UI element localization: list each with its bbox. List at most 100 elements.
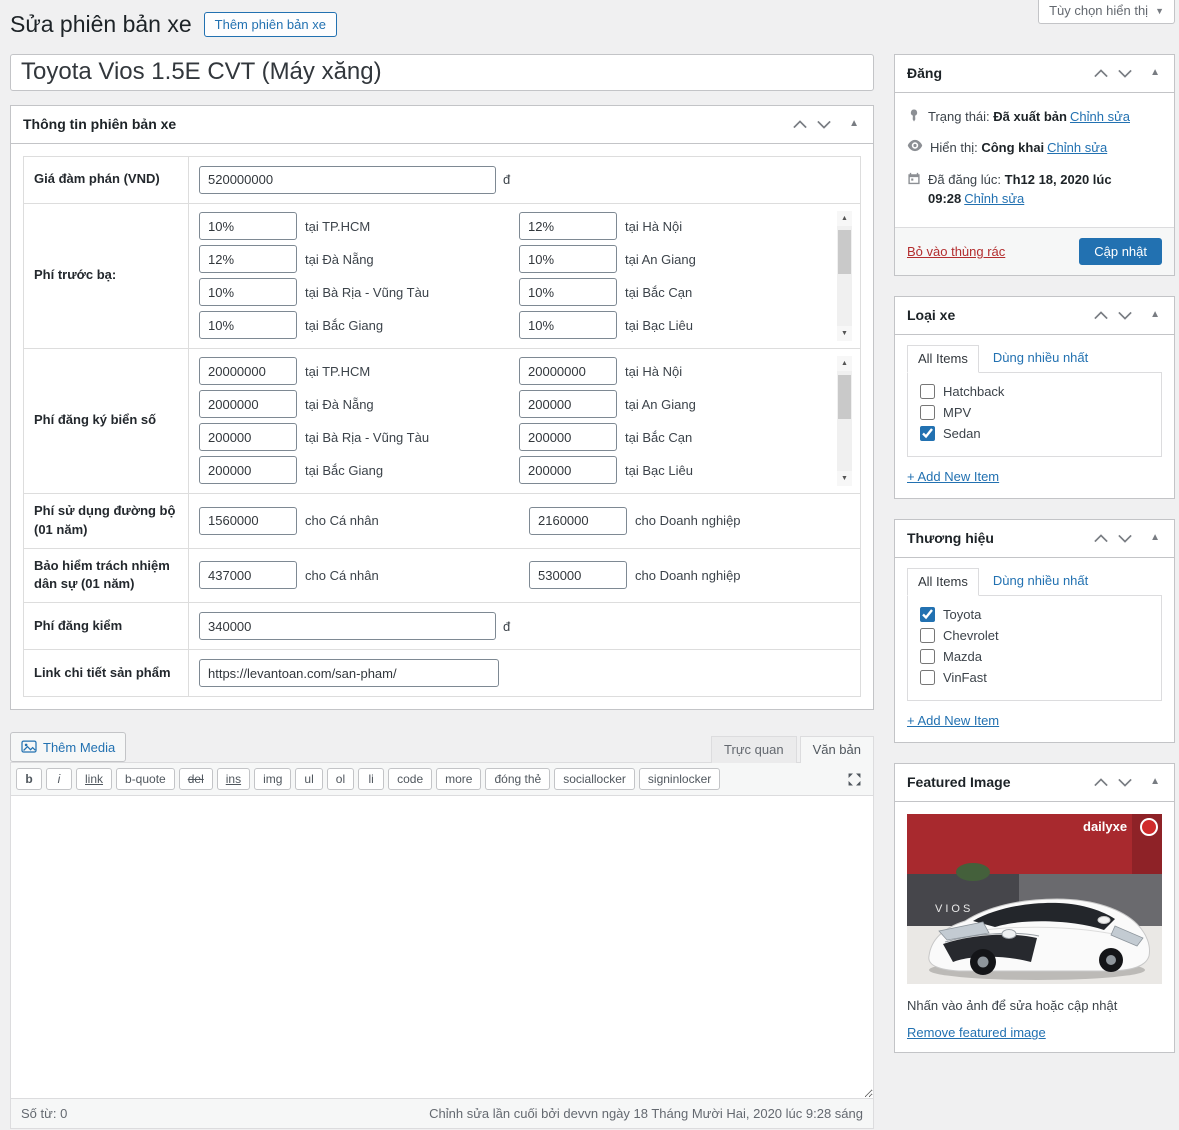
collapse-toggle-icon[interactable]: ▲ [1146,307,1164,323]
edit-date-link[interactable]: Chỉnh sửa [964,191,1024,206]
tab-all-items[interactable]: All Items [907,568,979,596]
remove-featured-link[interactable]: Remove featured image [907,1025,1046,1040]
category-item[interactable]: Mazda [918,646,1151,667]
fee-input[interactable] [519,278,617,306]
qt-close-tags-button[interactable]: đóng thẻ [485,768,550,790]
qt-ins-button[interactable]: ins [217,768,250,790]
insurance-personal-input[interactable] [199,561,297,589]
qt-del-button[interactable]: del [179,768,213,790]
category-item[interactable]: Sedan [918,423,1151,444]
insurance-business-input[interactable] [529,561,627,589]
fee-input[interactable] [519,245,617,273]
scroll-down-icon[interactable]: ▼ [837,471,852,486]
tab-visual[interactable]: Trực quan [711,736,797,763]
checkbox-sedan[interactable] [920,426,935,441]
info-metabox-header[interactable]: Thông tin phiên bản xe ▲ [11,106,873,144]
checkbox-chevrolet[interactable] [920,628,935,643]
move-up-icon[interactable] [1090,308,1112,323]
category-item[interactable]: MPV [918,402,1151,423]
add-new-item-link[interactable]: + Add New Item [907,713,999,728]
fee-input[interactable] [519,456,617,484]
fee-input[interactable] [199,423,297,451]
tab-text[interactable]: Văn bản [800,736,874,763]
price-input[interactable] [199,166,496,194]
fullscreen-icon[interactable] [840,769,869,790]
scrollbar[interactable]: ▲ ▼ [837,356,852,486]
fee-input[interactable] [199,357,297,385]
post-title-input[interactable] [10,54,874,91]
inspection-fee-input[interactable] [199,612,496,640]
qt-code-button[interactable]: code [388,768,432,790]
category-item[interactable]: Hatchback [918,381,1151,402]
qt-italic-button[interactable]: i [46,768,72,790]
featured-image-metabox-header[interactable]: Featured Image ▲ [895,764,1174,802]
qt-ol-button[interactable]: ol [327,768,354,790]
checkbox-hatchback[interactable] [920,384,935,399]
qt-sociallocker-button[interactable]: sociallocker [554,768,635,790]
collapse-toggle-icon[interactable]: ▲ [1146,530,1164,546]
road-fee-business-input[interactable] [529,507,627,535]
move-down-icon[interactable] [1114,775,1136,790]
qt-more-button[interactable]: more [436,768,481,790]
fee-input[interactable] [199,278,297,306]
fee-input[interactable] [199,390,297,418]
scroll-up-icon[interactable]: ▲ [837,211,852,226]
scrollbar-track[interactable] [837,371,852,471]
fee-input[interactable] [519,357,617,385]
fee-input[interactable] [519,212,617,240]
road-fee-personal-input[interactable] [199,507,297,535]
fee-input[interactable] [199,245,297,273]
move-down-icon[interactable] [1114,531,1136,546]
content-textarea[interactable] [11,796,873,1098]
checkbox-mpv[interactable] [920,405,935,420]
qt-img-button[interactable]: img [254,768,291,790]
tab-most-used[interactable]: Dùng nhiều nhất [993,350,1088,372]
move-up-icon[interactable] [1090,775,1112,790]
move-down-icon[interactable] [813,117,835,132]
fee-input[interactable] [519,390,617,418]
add-new-button[interactable]: Thêm phiên bản xe [204,12,337,37]
scroll-up-icon[interactable]: ▲ [837,356,852,371]
qt-ul-button[interactable]: ul [295,768,322,790]
qt-blockquote-button[interactable]: b-quote [116,768,175,790]
brand-metabox-header[interactable]: Thương hiệu ▲ [895,520,1174,558]
collapse-toggle-icon[interactable]: ▲ [1146,65,1164,81]
category-item[interactable]: Chevrolet [918,625,1151,646]
trash-link[interactable]: Bỏ vào thùng rác [907,244,1005,259]
add-new-item-link[interactable]: + Add New Item [907,469,999,484]
publish-metabox-header[interactable]: Đăng ▲ [895,55,1174,93]
update-button[interactable]: Cập nhật [1079,238,1162,265]
scrollbar-thumb[interactable] [838,375,851,419]
move-up-icon[interactable] [1090,66,1112,81]
category-item[interactable]: Toyota [918,604,1151,625]
scrollbar-thumb[interactable] [838,230,851,274]
car-type-metabox-header[interactable]: Loại xe ▲ [895,297,1174,335]
scroll-down-icon[interactable]: ▼ [837,326,852,341]
edit-visibility-link[interactable]: Chỉnh sửa [1047,140,1107,155]
qt-bold-button[interactable]: b [16,768,42,790]
qt-li-button[interactable]: li [358,768,384,790]
add-media-button[interactable]: Thêm Media [10,732,126,762]
fee-input[interactable] [519,311,617,339]
fee-input[interactable] [199,311,297,339]
category-item[interactable]: VinFast [918,667,1151,688]
move-down-icon[interactable] [1114,66,1136,81]
fee-input[interactable] [519,423,617,451]
screen-options-button[interactable]: Tùy chọn hiển thị ▼ [1038,0,1175,24]
move-up-icon[interactable] [1090,531,1112,546]
qt-link-button[interactable]: link [76,768,112,790]
collapse-toggle-icon[interactable]: ▲ [1146,774,1164,790]
fee-input[interactable] [199,212,297,240]
checkbox-mazda[interactable] [920,649,935,664]
tab-most-used[interactable]: Dùng nhiều nhất [993,573,1088,595]
tab-all-items[interactable]: All Items [907,345,979,373]
product-link-input[interactable] [199,659,499,687]
fee-input[interactable] [199,456,297,484]
qt-signinlocker-button[interactable]: signinlocker [639,768,720,790]
collapse-toggle-icon[interactable]: ▲ [845,116,863,132]
checkbox-vinfast[interactable] [920,670,935,685]
featured-image[interactable]: dailyxe VIOS [907,814,1162,984]
scrollbar-track[interactable] [837,226,852,326]
checkbox-toyota[interactable] [920,607,935,622]
scrollbar[interactable]: ▲ ▼ [837,211,852,341]
